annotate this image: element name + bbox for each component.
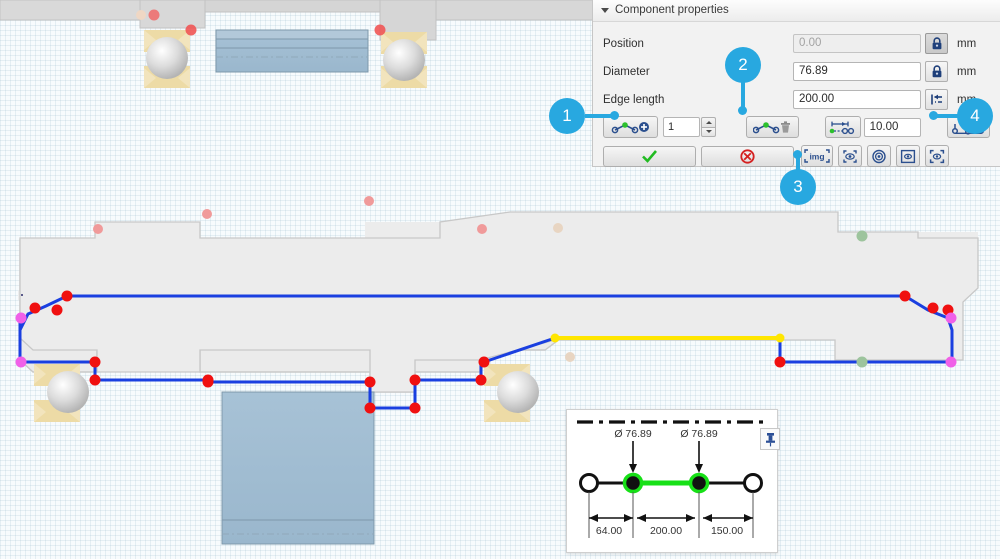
pushpin-icon[interactable]: [760, 428, 780, 450]
snap-left-icon[interactable]: [925, 89, 948, 110]
segment-count-stepper[interactable]: [701, 117, 717, 137]
callout-dot-4: [929, 111, 938, 120]
image-capture-icon: img: [804, 149, 830, 163]
dimension-diagram: Ø 76.89 Ø 76.89 64.00 200.00 150.00: [577, 420, 763, 538]
caret-down-icon[interactable]: [701, 126, 717, 137]
bearing-upper-right: [381, 32, 427, 88]
cancel-button[interactable]: [701, 145, 794, 167]
diameter-label-1: Ø 76.89: [614, 428, 652, 440]
callout-dot-2: [738, 106, 747, 115]
callout-badge-2: 2: [725, 47, 761, 83]
unit-diameter: mm: [957, 65, 977, 78]
triangle-down-icon[interactable]: [601, 8, 609, 13]
image-capture-button[interactable]: img: [801, 145, 833, 167]
tiny-marker: [21, 294, 23, 296]
check-icon: [642, 150, 657, 163]
accept-button[interactable]: [603, 145, 696, 167]
length-label-2: 200.00: [650, 525, 682, 537]
cancel-circle-icon: [740, 148, 755, 164]
position-input[interactable]: 0.00: [793, 34, 921, 53]
field-row-position: Position 0.00 mm: [603, 31, 990, 56]
panel-title: Component properties: [615, 4, 729, 16]
polyline-plus-icon: [611, 122, 649, 134]
segment-count-input[interactable]: 1: [663, 117, 701, 137]
diameter-label-2: Ø 76.89: [680, 428, 718, 440]
delete-segment-button[interactable]: [746, 116, 800, 138]
label-edge-length: Edge length: [603, 93, 665, 106]
lock-icon-position[interactable]: [925, 33, 948, 54]
bearing-upper-left: [144, 30, 190, 88]
callout-dot-3: [793, 150, 802, 159]
field-row-diameter: Diameter 76.89 mm: [603, 59, 990, 84]
image-button-label: img: [809, 152, 824, 162]
frame-view-button[interactable]: [925, 145, 949, 167]
distance-input[interactable]: 10.00: [863, 117, 921, 137]
bearing-lower-right: [484, 364, 539, 422]
callout-badge-3: 3: [780, 169, 816, 205]
caret-up-icon[interactable]: [701, 117, 717, 127]
measure-distance-icon: [829, 121, 855, 134]
callout-badge-4: 4: [957, 98, 993, 134]
diameter-input[interactable]: 76.89: [793, 62, 921, 81]
field-row-edge-length: Edge length 200.00 mm: [603, 87, 990, 112]
label-position: Position: [603, 37, 644, 50]
distance-mode-button[interactable]: [825, 116, 861, 138]
component-properties-panel: Component properties Position 0.00 mm Di…: [592, 0, 1000, 167]
callout-badge-1: 1: [549, 98, 585, 134]
edge-length-input[interactable]: 200.00: [793, 90, 921, 109]
label-diameter: Diameter: [603, 65, 650, 78]
frame-view-icon: [929, 149, 945, 163]
shaft-section-upper: [215, 29, 369, 73]
fit-view-button[interactable]: [838, 145, 862, 167]
callout-dot-1: [610, 111, 619, 120]
boxed-view-icon: [900, 149, 916, 163]
boxed-view-button[interactable]: [896, 145, 920, 167]
polyline-trash-icon: [752, 121, 790, 134]
target-view-icon: [872, 149, 886, 163]
panel-header[interactable]: Component properties: [593, 0, 1000, 22]
unit-position: mm: [957, 37, 977, 50]
length-label-3: 150.00: [711, 525, 743, 537]
target-view-button[interactable]: [867, 145, 891, 167]
shaft-section-lower: [221, 391, 375, 545]
fit-view-icon: [843, 149, 857, 163]
length-label-1: 64.00: [596, 525, 622, 537]
lock-icon-diameter[interactable]: [925, 61, 948, 82]
dimension-preview-card[interactable]: Ø 76.89 Ø 76.89 64.00 200.00 150.00: [566, 409, 778, 553]
